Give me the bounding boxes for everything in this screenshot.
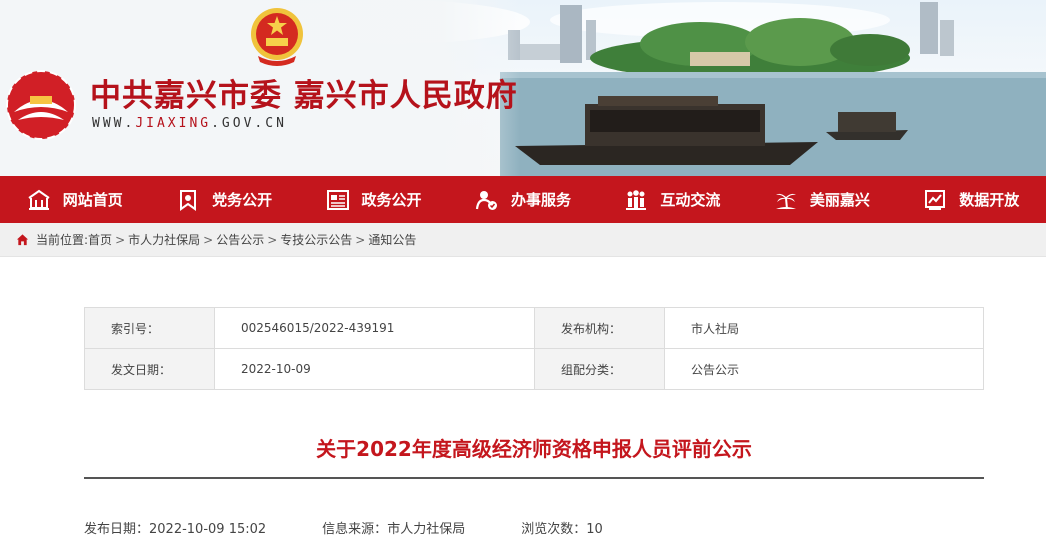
- title-divider: [84, 477, 984, 479]
- date-label: 发文日期：: [84, 348, 215, 390]
- data-chart-icon: [925, 189, 946, 210]
- palm-tree-icon: [775, 193, 796, 209]
- site-title: 中共嘉兴市委 嘉兴市人民政府: [90, 78, 518, 114]
- index-label: 索引号：: [84, 307, 215, 349]
- nav-item-label: 数据开放: [959, 191, 1020, 209]
- table-row: 索引号： 002546015/2022-439191 发布机构： 市人社局: [84, 307, 984, 349]
- view-count-label: 浏览次数：: [521, 522, 587, 537]
- nav-item-label: 党务公开: [212, 191, 273, 209]
- breadcrumb-separator: >: [267, 232, 278, 247]
- breadcrumb: 当前位置: 首页 > 市人力社保局 > 公告公示 > 专技公示公告 > 通知公告: [0, 223, 1046, 257]
- main-nav: 网站首页 党务公开 政务公开 办事服务 互动交流 美丽嘉兴 数据开放: [0, 176, 1046, 223]
- site-url: WWW.JIAXING.GOV.CN: [92, 116, 287, 131]
- nav-item-home[interactable]: 网站首页: [0, 176, 149, 223]
- document-board-icon: [326, 189, 349, 210]
- date-value: 2022-10-09: [214, 348, 535, 390]
- article-meta: 发布日期：2022-10-09 15:02 信息来源：市人力社保局 浏览次数：1…: [84, 518, 659, 537]
- site-url-suffix: .GOV.CN: [211, 116, 287, 131]
- national-emblem-icon: [251, 8, 303, 66]
- home-icon: [28, 189, 50, 210]
- info-source: 信息来源：市人力社保局: [322, 518, 465, 537]
- nav-item-government-affairs[interactable]: 政务公开: [299, 176, 448, 223]
- jiaxing-logo-icon: [6, 70, 76, 140]
- party-flag-icon: [180, 189, 197, 211]
- publisher-value: 市人社局: [664, 307, 984, 349]
- view-count-value: 10: [586, 522, 603, 537]
- nav-item-open-data[interactable]: 数据开放: [897, 176, 1046, 223]
- info-source-label: 信息来源：: [322, 522, 388, 537]
- nav-item-label: 政务公开: [361, 191, 422, 209]
- table-row: 发文日期： 2022-10-09 组配分类： 公告公示: [84, 348, 984, 390]
- nav-item-interaction[interactable]: 互动交流: [598, 176, 747, 223]
- nav-item-label: 互动交流: [660, 191, 721, 209]
- service-person-icon: [475, 190, 497, 210]
- nav-item-label: 办事服务: [510, 191, 571, 209]
- breadcrumb-item-professional-notices[interactable]: 专技公示公告: [280, 231, 352, 248]
- publish-date-label: 发布日期：: [84, 522, 150, 537]
- nav-item-label: 网站首页: [62, 191, 123, 209]
- view-count: 浏览次数：10: [521, 518, 603, 537]
- publisher-label: 发布机构：: [534, 307, 665, 349]
- breadcrumb-item-notices[interactable]: 公告公示: [216, 231, 264, 248]
- nav-item-label: 美丽嘉兴: [809, 191, 870, 209]
- publish-date: 发布日期：2022-10-09 15:02: [84, 518, 266, 537]
- nav-item-services[interactable]: 办事服务: [448, 176, 597, 223]
- category-value: 公告公示: [664, 348, 984, 390]
- site-url-prefix: WWW.: [92, 116, 136, 131]
- nav-item-party-affairs[interactable]: 党务公开: [149, 176, 298, 223]
- home-icon: [16, 234, 29, 246]
- nav-item-beautiful-jiaxing[interactable]: 美丽嘉兴: [747, 176, 896, 223]
- category-label: 组配分类：: [534, 348, 665, 390]
- breadcrumb-item-hrss[interactable]: 市人力社保局: [128, 231, 200, 248]
- breadcrumb-separator: >: [355, 232, 366, 247]
- people-group-icon: [626, 189, 647, 210]
- info-source-value: 市人力社保局: [387, 522, 466, 537]
- article-title: 关于2022年度高级经济师资格申报人员评前公示: [316, 437, 752, 461]
- breadcrumb-item-announcements[interactable]: 通知公告: [368, 231, 416, 248]
- site-url-domain: JIAXING: [135, 116, 212, 131]
- site-banner: 中共嘉兴市委 嘉兴市人民政府 WWW.JIAXING.GOV.CN: [0, 0, 1046, 176]
- document-info-table: 索引号： 002546015/2022-439191 发布机构： 市人社局 发文…: [84, 307, 984, 390]
- breadcrumb-prefix: 当前位置:: [36, 233, 89, 247]
- breadcrumb-separator: >: [203, 232, 214, 247]
- publish-date-value: 2022-10-09 15:02: [149, 522, 267, 537]
- breadcrumb-separator: >: [115, 232, 126, 247]
- index-value: 002546015/2022-439191: [214, 307, 535, 349]
- breadcrumb-item-home[interactable]: 首页: [88, 231, 112, 248]
